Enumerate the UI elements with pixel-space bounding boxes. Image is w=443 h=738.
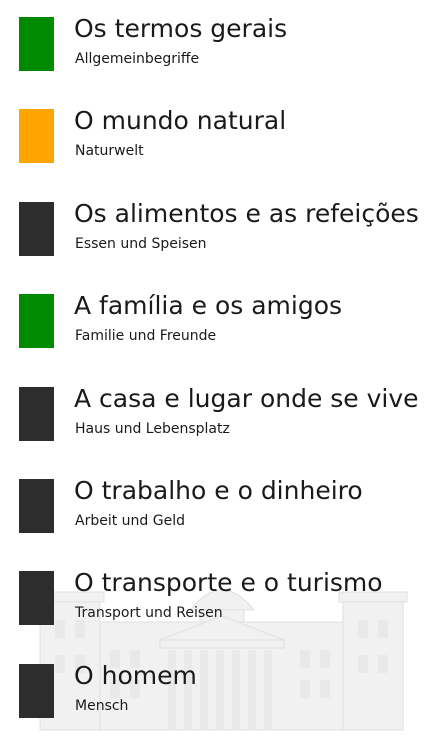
item-subtitle: Allgemeinbegriffe	[75, 51, 200, 67]
color-tile	[19, 202, 54, 256]
color-tile	[19, 109, 54, 163]
item-subtitle: Mensch	[75, 698, 129, 714]
item-subtitle: Haus und Lebensplatz	[75, 421, 230, 437]
item-title: A casa e lugar onde se vive	[74, 384, 419, 413]
item-title: O transporte e o turismo	[74, 568, 383, 597]
item-title: Os alimentos e as refeições	[74, 199, 419, 228]
item-title: O homem	[74, 661, 197, 690]
color-tile	[19, 664, 54, 718]
item-title: O trabalho e o dinheiro	[74, 476, 363, 505]
color-tile	[19, 479, 54, 533]
color-tile	[19, 387, 54, 441]
list-item[interactable]: O homem Mensch	[0, 661, 443, 738]
list-item[interactable]: O trabalho e o dinheiro Arbeit und Geld	[0, 476, 443, 565]
list-item[interactable]: Os termos gerais Allgemeinbegriffe	[0, 14, 443, 103]
item-subtitle: Transport und Reisen	[75, 605, 223, 621]
list-item[interactable]: Os alimentos e as refeições Essen und Sp…	[0, 199, 443, 288]
item-title: O mundo natural	[74, 106, 287, 135]
item-subtitle: Familie und Freunde	[75, 328, 217, 344]
color-tile	[19, 294, 54, 348]
item-subtitle: Naturwelt	[75, 143, 144, 159]
color-tile	[19, 571, 54, 625]
item-title: Os termos gerais	[74, 14, 288, 43]
color-tile	[19, 17, 54, 71]
item-subtitle: Arbeit und Geld	[75, 513, 185, 529]
item-subtitle: Essen und Speisen	[75, 236, 207, 252]
list-item[interactable]: O mundo natural Naturwelt	[0, 106, 443, 195]
list-item[interactable]: A casa e lugar onde se vive Haus und Leb…	[0, 384, 443, 473]
list-item[interactable]: O transporte e o turismo Transport und R…	[0, 568, 443, 657]
item-title: A família e os amigos	[74, 291, 343, 320]
list-item[interactable]: A família e os amigos Familie und Freund…	[0, 291, 443, 380]
